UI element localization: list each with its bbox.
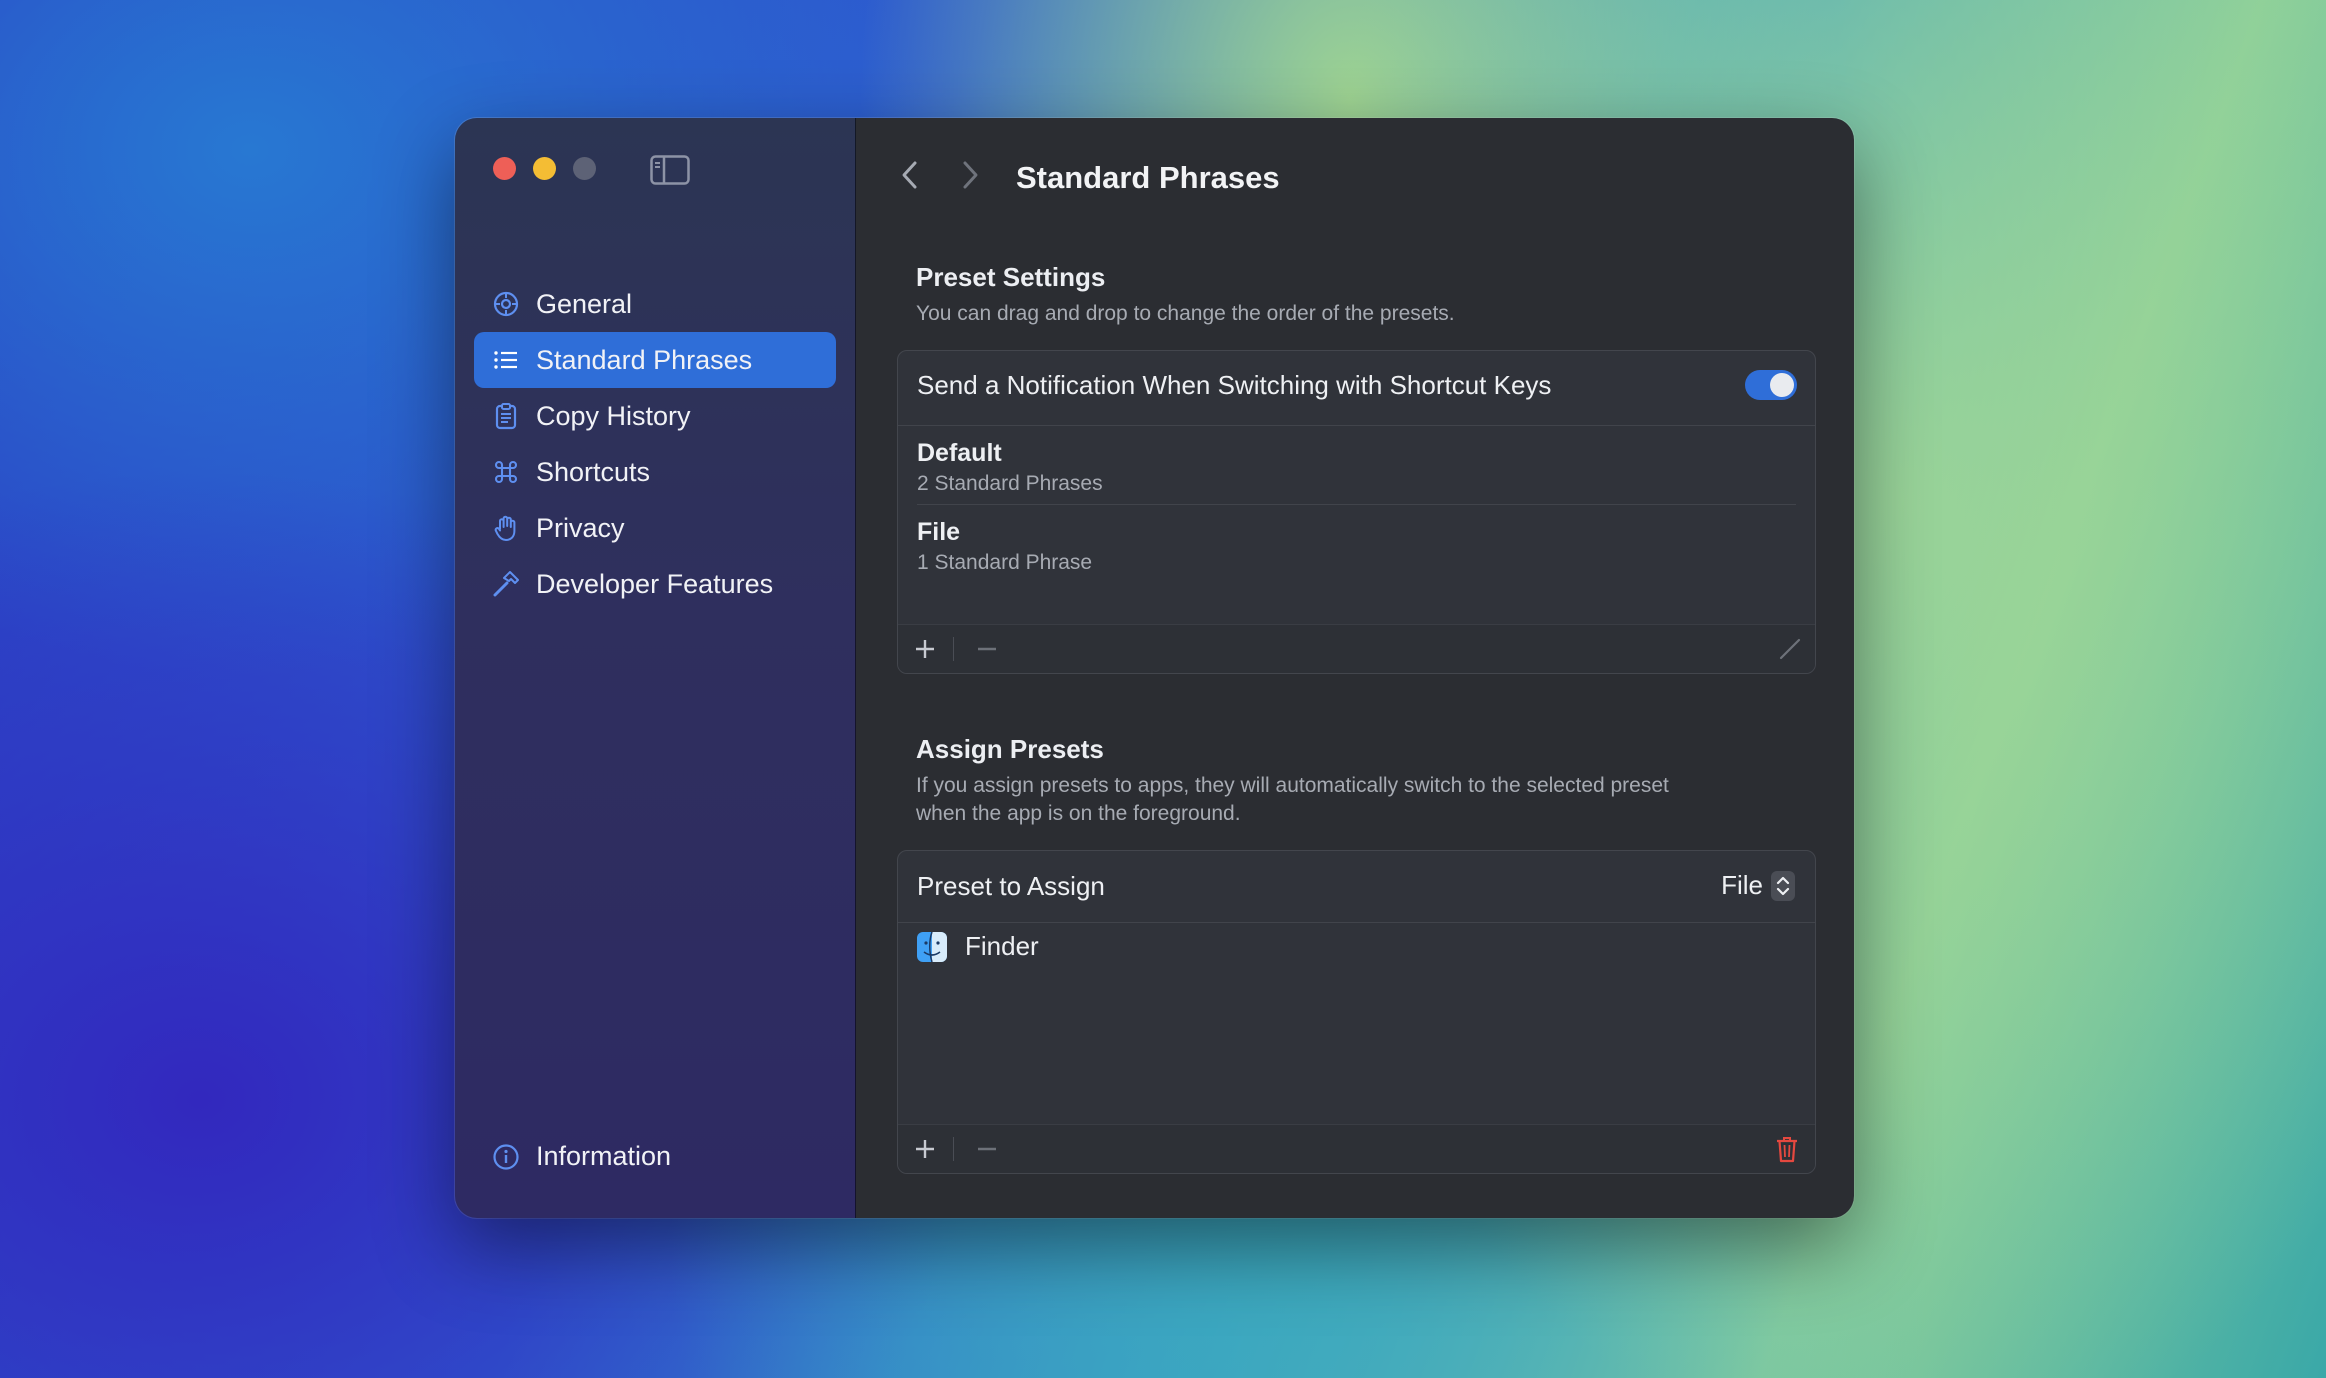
command-icon: [492, 458, 520, 486]
sidebar-item-privacy[interactable]: Privacy: [474, 500, 836, 556]
sidebar-item-label: Privacy: [536, 512, 625, 543]
sidebar-item-label: Copy History: [536, 400, 691, 431]
preset-count: 2 Standard Phrases: [917, 472, 1103, 495]
sidebar-item-label: General: [536, 288, 633, 319]
notification-toggle[interactable]: [1745, 370, 1797, 400]
sidebar-item-shortcuts[interactable]: Shortcuts: [474, 444, 836, 500]
edit-preset-button[interactable]: [1775, 634, 1805, 664]
toolbar-separator: [953, 637, 954, 661]
sidebar: General Standard Phrases Copy History Sh…: [455, 118, 856, 1218]
sidebar-nav: General Standard Phrases Copy History Sh…: [474, 276, 836, 612]
chevron-up-down-icon: [1771, 870, 1795, 901]
assign-presets-card: Preset to Assign File Finder: [897, 850, 1816, 1174]
finder-icon: [917, 931, 947, 962]
toolbar-separator: [953, 1137, 954, 1161]
trash-icon[interactable]: [1772, 1134, 1802, 1164]
preset-name: Default: [917, 439, 1002, 467]
preset-settings-description: You can drag and drop to change the orde…: [916, 302, 1455, 325]
window-controls: [493, 157, 596, 180]
add-app-button[interactable]: [910, 1134, 940, 1164]
divider: [898, 922, 1815, 923]
forward-button[interactable]: [958, 160, 982, 190]
preset-select[interactable]: File: [1721, 870, 1795, 901]
notification-label: Send a Notification When Switching with …: [917, 370, 1552, 400]
assign-presets-title: Assign Presets: [916, 734, 1104, 764]
settings-window: General Standard Phrases Copy History Sh…: [455, 118, 1854, 1218]
app-name: Finder: [965, 931, 1039, 961]
hand-icon: [492, 514, 520, 542]
sidebar-item-standard-phrases[interactable]: Standard Phrases: [474, 332, 836, 388]
sidebar-item-label: Standard Phrases: [536, 344, 753, 375]
divider: [917, 504, 1796, 505]
hammer-icon: [492, 570, 520, 598]
preset-settings-card: Send a Notification When Switching with …: [897, 350, 1816, 674]
clipboard-icon: [492, 402, 520, 430]
sidebar-item-label: Information: [536, 1141, 672, 1171]
add-preset-button[interactable]: [910, 634, 940, 664]
preset-select-value: File: [1721, 870, 1763, 900]
minimize-button[interactable]: [533, 157, 556, 180]
sidebar-item-label: Shortcuts: [536, 456, 651, 487]
main-content: Standard Phrases Preset Settings You can…: [856, 118, 1854, 1218]
sidebar-item-general[interactable]: General: [474, 276, 836, 332]
preset-count: 1 Standard Phrase: [917, 551, 1093, 574]
preset-settings-title: Preset Settings: [916, 262, 1106, 292]
assign-presets-description: If you assign presets to apps, they will…: [916, 772, 1669, 828]
app-list-toolbar: [898, 1124, 1815, 1173]
info-icon: [492, 1143, 520, 1171]
close-button[interactable]: [493, 157, 516, 180]
back-button[interactable]: [898, 160, 922, 190]
description-line: If you assign presets to apps, they will…: [916, 774, 1669, 797]
gear-icon: [492, 290, 520, 318]
sidebar-item-label: Developer Features: [536, 568, 774, 599]
description-line: when the app is on the foreground.: [916, 802, 1241, 825]
list-item[interactable]: Finder: [917, 931, 1039, 962]
toolbar-header: Standard Phrases: [856, 148, 1854, 202]
preset-to-assign-label: Preset to Assign: [917, 871, 1105, 901]
list-icon: [492, 346, 520, 374]
toggle-knob: [1770, 373, 1794, 397]
divider: [898, 425, 1815, 426]
remove-app-button[interactable]: [972, 1134, 1002, 1164]
zoom-button[interactable]: [573, 157, 596, 180]
sidebar-item-information[interactable]: Information: [492, 1141, 671, 1172]
page-title: Standard Phrases: [1016, 160, 1280, 195]
remove-preset-button[interactable]: [972, 634, 1002, 664]
preset-name: File: [917, 518, 961, 546]
sidebar-item-copy-history[interactable]: Copy History: [474, 388, 836, 444]
sidebar-item-developer-features[interactable]: Developer Features: [474, 556, 836, 612]
sidebar-toggle-icon[interactable]: [650, 155, 690, 185]
preset-list-toolbar: [898, 624, 1815, 673]
